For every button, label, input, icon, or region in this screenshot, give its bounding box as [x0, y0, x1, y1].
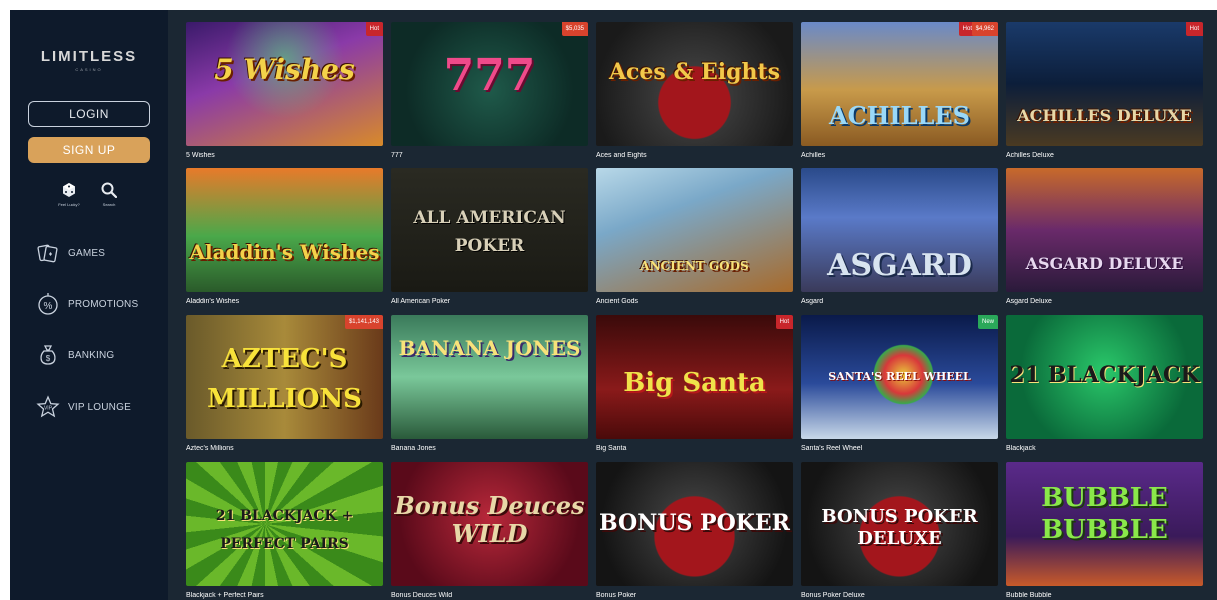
game-art-title: 777	[443, 50, 536, 101]
game-name[interactable]: Banana Jones	[391, 445, 588, 452]
game-art-title: ALL AMERICAN POKER	[413, 208, 566, 256]
game-tile[interactable]: BONUS POKER DELUXE	[801, 462, 998, 586]
svg-text:%: %	[44, 301, 53, 312]
game-tile[interactable]: Aces & Eights	[596, 22, 793, 146]
nav-games[interactable]: GAMES	[36, 241, 105, 265]
game-art-title: ASGARD DELUXE	[1025, 254, 1184, 273]
game-tile[interactable]: AZTEC'S MILLIONS $1,141,143	[186, 315, 383, 439]
game-name[interactable]: Bubble Bubble	[1006, 592, 1203, 599]
cards-icon	[37, 244, 58, 263]
game-art-title: Aladdin's Wishes	[189, 240, 380, 264]
game-tile[interactable]: Bonus Deuces WILD	[391, 462, 588, 586]
nav-vip-lounge[interactable]: VIP VIP LOUNGE	[36, 395, 131, 419]
game-art-title: BANANA JONES	[398, 336, 581, 360]
nav-vip-lounge-label: VIP LOUNGE	[68, 401, 131, 413]
signup-button[interactable]: SIGN UP	[28, 137, 150, 163]
game-tile[interactable]: ALL AMERICAN POKER	[391, 168, 588, 292]
jackpot-badge: $1,141,143	[344, 315, 383, 329]
hot-badge: Hot	[1185, 22, 1203, 36]
nav-promotions[interactable]: % PROMOTIONS	[36, 292, 138, 316]
game-art-title: ASGARD	[827, 248, 972, 283]
search-label: Search	[102, 202, 116, 207]
game-tile[interactable]: ACHILLES Hot $4,962	[801, 22, 998, 146]
game-art-title: Big Santa	[623, 368, 766, 398]
sidebar: LIMITLESS CASINO LOGIN SIGN UP Feel Luck…	[10, 10, 168, 600]
game-tile[interactable]: ACHILLES DELUXE Hot	[1006, 22, 1203, 146]
logo-subtext: CASINO	[75, 67, 103, 72]
nav-promotions-label: PROMOTIONS	[68, 298, 139, 310]
game-name[interactable]: Asgard Deluxe	[1006, 298, 1203, 305]
dice-icon	[63, 183, 75, 197]
game-tile[interactable]: BANANA JONES	[391, 315, 588, 439]
game-tile[interactable]: ASGARD	[801, 168, 998, 292]
game-name[interactable]: Asgard	[801, 298, 998, 305]
game-art-title: SANTA'S REEL WHEEL	[828, 370, 971, 383]
logo[interactable]: LIMITLESS CASINO	[10, 48, 168, 72]
game-art-title: 21 BLACKJACK + PERFECT PAIRS	[215, 508, 354, 552]
game-art-title: BONUS POKER	[599, 510, 790, 536]
game-tile[interactable]: 5 Wishes Hot	[186, 22, 383, 146]
app-frame: LIMITLESS CASINO LOGIN SIGN UP Feel Luck…	[10, 10, 1217, 600]
search-button[interactable]: Search	[94, 182, 124, 207]
game-tile[interactable]: 777 $5,035	[391, 22, 588, 146]
game-art-title: ANCIENT GODS	[640, 259, 749, 273]
game-name[interactable]: 5 Wishes	[186, 152, 383, 159]
game-name[interactable]: 777	[391, 152, 588, 159]
game-tile[interactable]: ANCIENT GODS	[596, 168, 793, 292]
game-art-title: ACHILLES	[829, 101, 970, 130]
game-name[interactable]: All American Poker	[391, 298, 588, 305]
game-name[interactable]: Ancient Gods	[596, 298, 793, 305]
game-name[interactable]: Bonus Deuces Wild	[391, 592, 588, 599]
game-art-title: 21 BLACKJACK	[1009, 362, 1200, 388]
game-art-title: Aces & Eights	[608, 59, 781, 85]
svg-text:$: $	[46, 354, 51, 363]
game-name[interactable]: Blackjack	[1006, 445, 1203, 452]
game-art-title: BUBBLE BUBBLE	[1041, 483, 1168, 545]
new-badge: New	[977, 315, 998, 329]
game-art-title: Bonus Deuces WILD	[394, 491, 585, 548]
game-tile[interactable]: BUBBLE BUBBLE	[1006, 462, 1203, 586]
game-tile[interactable]: 21 BLACKJACK + PERFECT PAIRS	[186, 462, 383, 586]
game-name[interactable]: Bonus Poker Deluxe	[801, 592, 998, 599]
game-name[interactable]: Santa's Reel Wheel	[801, 445, 998, 452]
game-art-title: BONUS POKER DELUXE	[821, 506, 978, 549]
game-tile[interactable]: Big Santa Hot	[596, 315, 793, 439]
game-name[interactable]: Aces and Eights	[596, 152, 793, 159]
vip-star-icon: VIP	[36, 395, 60, 418]
nav-banking[interactable]: $ BANKING	[36, 343, 114, 367]
game-name[interactable]: Bonus Poker	[596, 592, 793, 599]
game-tile[interactable]: 21 BLACKJACK	[1006, 315, 1203, 439]
game-name[interactable]: Achilles Deluxe	[1006, 152, 1203, 159]
game-art-title: ACHILLES DELUXE	[1017, 106, 1192, 125]
login-button[interactable]: LOGIN	[28, 101, 150, 127]
game-name[interactable]: Big Santa	[596, 445, 793, 452]
nav-banking-label: BANKING	[68, 349, 115, 361]
feel-lucky-label: Feel Lucky?	[58, 202, 80, 207]
feel-lucky-button[interactable]: Feel Lucky?	[54, 182, 84, 207]
game-name[interactable]: Aladdin's Wishes	[186, 298, 383, 305]
hot-badge: Hot	[365, 22, 383, 36]
game-name[interactable]: Blackjack + Perfect Pairs	[186, 592, 383, 599]
game-tile[interactable]: SANTA'S REEL WHEEL New	[801, 315, 998, 439]
game-tile[interactable]: Aladdin's Wishes	[186, 168, 383, 292]
money-bag-icon: $	[40, 345, 56, 365]
game-art-title: 5 Wishes	[214, 53, 355, 86]
nav-games-label: GAMES	[68, 247, 106, 259]
game-name[interactable]: Achilles	[801, 152, 998, 159]
game-tile[interactable]: ASGARD DELUXE	[1006, 168, 1203, 292]
jackpot-badge: $4,962	[971, 22, 998, 36]
hot-badge: Hot	[775, 315, 793, 329]
jackpot-badge: $5,035	[561, 22, 588, 36]
svg-text:VIP: VIP	[44, 406, 53, 412]
percent-icon: %	[38, 293, 58, 315]
game-tile[interactable]: BONUS POKER	[596, 462, 793, 586]
search-icon	[101, 182, 117, 198]
game-art-title: AZTEC'S MILLIONS	[207, 344, 362, 414]
logo-text: LIMITLESS	[40, 48, 138, 65]
game-name[interactable]: Aztec's Millions	[186, 445, 383, 452]
